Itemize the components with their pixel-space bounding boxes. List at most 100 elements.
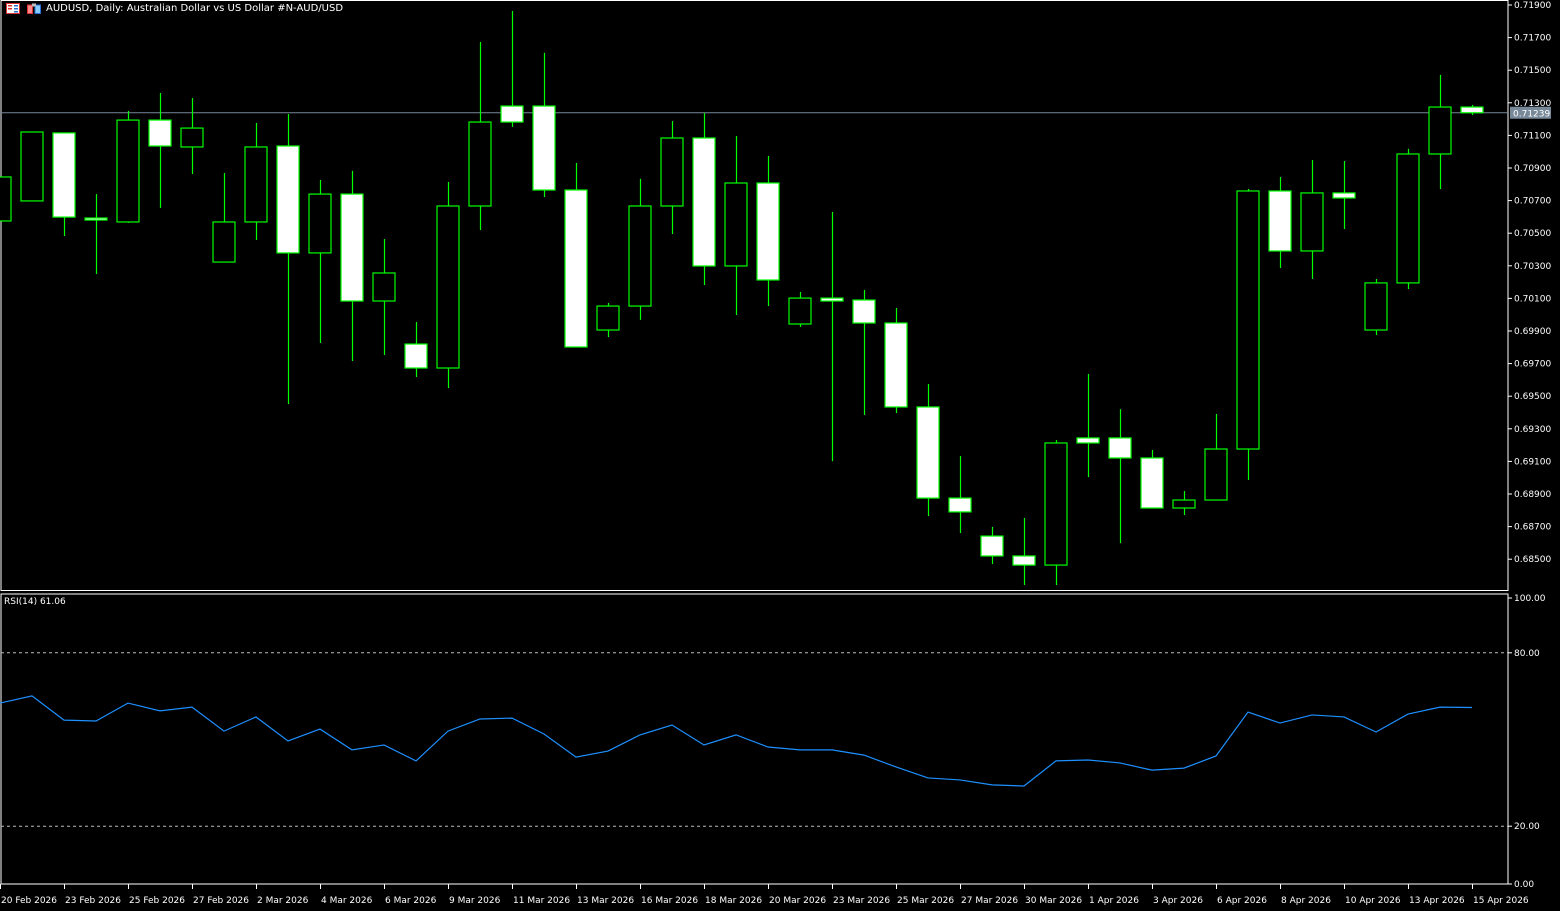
- time-tick-label: 9 Mar 2026: [449, 896, 501, 906]
- price-tick-label: 0.71900: [1514, 1, 1551, 11]
- time-tick-label: 3 Apr 2026: [1153, 896, 1203, 906]
- candle-bull: [117, 120, 139, 222]
- price-tick-label: 0.68500: [1514, 555, 1551, 565]
- price-tick-label: 0.69500: [1514, 392, 1551, 402]
- candle-bull: [245, 147, 267, 222]
- candle-bull: [597, 306, 619, 330]
- candle-bear: [1141, 458, 1163, 508]
- time-tick-label: 15 Apr 2026: [1473, 896, 1529, 906]
- candle-bull: [1045, 443, 1067, 565]
- price-tick-label: 0.68900: [1514, 490, 1551, 500]
- candle-bear: [949, 498, 971, 512]
- price-tick-label: 0.69700: [1514, 360, 1551, 370]
- price-tick-label: 0.70100: [1514, 294, 1551, 304]
- price-tick-label: 0.69900: [1514, 327, 1551, 337]
- candles: [0, 11, 1508, 585]
- time-tick-label: 18 Mar 2026: [705, 896, 762, 906]
- price-tick-label: 0.69100: [1514, 457, 1551, 467]
- chart-title: AUDUSD, Daily: Australian Dollar vs US D…: [46, 3, 343, 14]
- time-tick-label: 25 Feb 2026: [129, 896, 185, 906]
- candle-bear: [1269, 191, 1291, 251]
- candle-bear: [277, 146, 299, 253]
- price-tick-label: 0.70900: [1514, 164, 1551, 174]
- candle-bull: [789, 298, 811, 324]
- candle-bull: [1397, 154, 1419, 283]
- candle-bull: [725, 183, 747, 266]
- candle-bear: [405, 344, 427, 368]
- rsi-tick-label: 80.00: [1514, 649, 1540, 659]
- candle-bull: [1365, 283, 1387, 330]
- time-tick-label: 25 Mar 2026: [897, 896, 954, 906]
- time-tick-label: 13 Apr 2026: [1409, 896, 1465, 906]
- candle-bear: [501, 106, 523, 122]
- candle-bear: [885, 323, 907, 407]
- candle-bear: [533, 106, 555, 190]
- time-axis: 20 Feb 2026 23 Feb 2026 25 Feb 2026 27 Feb …: [1, 884, 1529, 906]
- candle-bear: [1077, 438, 1099, 443]
- price-axis: 0.719000.717000.715000.713000.711000.709…: [1508, 1, 1551, 565]
- candle-bear: [1461, 107, 1483, 113]
- candle-bull: [661, 138, 683, 206]
- time-tick-label: 6 Mar 2026: [385, 896, 437, 906]
- time-tick-label: 23 Feb 2026: [65, 896, 121, 906]
- candle-bear: [341, 194, 363, 301]
- candle-bull: [181, 128, 203, 147]
- candle-bear: [917, 407, 939, 498]
- rsi-label: RSI(14) 61.06: [4, 597, 66, 607]
- candle-bull: [309, 194, 331, 253]
- candle-bear: [821, 298, 843, 301]
- time-tick-label: 23 Mar 2026: [833, 896, 890, 906]
- time-tick-label: 30 Mar 2026: [1025, 896, 1082, 906]
- price-tick-label: 0.70300: [1514, 262, 1551, 272]
- time-tick-label: 20 Feb 2026: [1, 896, 57, 906]
- candle-bull: [1301, 193, 1323, 251]
- candle-bear: [1333, 193, 1355, 198]
- candle-bear: [85, 218, 107, 220]
- time-tick-label: 2 Mar 2026: [257, 896, 309, 906]
- price-tick-label: 0.69300: [1514, 425, 1551, 435]
- chart-frame: [1, 1, 1508, 885]
- time-tick-label: 10 Apr 2026: [1345, 896, 1401, 906]
- price-tick-label: 0.68700: [1514, 523, 1551, 533]
- price-tick-label: 0.71500: [1514, 66, 1551, 76]
- time-tick-label: 20 Mar 2026: [769, 896, 826, 906]
- time-tick-label: 27 Mar 2026: [961, 896, 1018, 906]
- time-tick-label: 16 Mar 2026: [641, 896, 698, 906]
- candle-bear: [757, 183, 779, 280]
- candle-bull: [213, 222, 235, 262]
- time-tick-label: 8 Apr 2026: [1281, 896, 1331, 906]
- chart-canvas[interactable]: 0.719000.717000.715000.713000.711000.709…: [0, 0, 1560, 911]
- rsi-tick-label: 100.00: [1514, 594, 1546, 604]
- candle-bear: [981, 536, 1003, 556]
- chart-list-icon[interactable]: [6, 3, 20, 14]
- candle-bear: [1013, 556, 1035, 565]
- candle-bear: [565, 190, 587, 347]
- rsi-tick-label: 0.00: [1514, 880, 1534, 890]
- main-pane-border: [1, 1, 1508, 591]
- candle-bull: [1173, 500, 1195, 508]
- candle-bear: [853, 300, 875, 323]
- candle-bull: [1237, 191, 1259, 449]
- price-tick-label: 0.71100: [1514, 131, 1551, 141]
- candle-bear: [693, 138, 715, 266]
- time-tick-label: 13 Mar 2026: [577, 896, 634, 906]
- rsi-tick-label: 20.00: [1514, 822, 1540, 832]
- candle-bear: [1109, 438, 1131, 458]
- rsi-pane-border: [1, 594, 1508, 884]
- time-tick-label: 4 Mar 2026: [321, 896, 373, 906]
- candle-bull: [21, 132, 43, 201]
- price-tick-label: 0.70500: [1514, 229, 1551, 239]
- price-tick-label: 0.71700: [1514, 34, 1551, 44]
- time-tick-label: 27 Feb 2026: [193, 896, 249, 906]
- candle-bull: [437, 206, 459, 368]
- rsi-line: [0, 696, 1472, 786]
- trade-panel-icon[interactable]: [27, 3, 41, 14]
- candle-bull: [629, 206, 651, 306]
- candle-bear: [149, 120, 171, 146]
- bid-price-label: 0.71239: [1513, 110, 1550, 120]
- candle-bull: [1205, 449, 1227, 500]
- candle-bull: [0, 177, 11, 221]
- time-tick-label: 11 Mar 2026: [513, 896, 570, 906]
- rsi-pane: 100.00 80.00 20.00 0.00: [0, 594, 1546, 890]
- candle-bull: [373, 273, 395, 301]
